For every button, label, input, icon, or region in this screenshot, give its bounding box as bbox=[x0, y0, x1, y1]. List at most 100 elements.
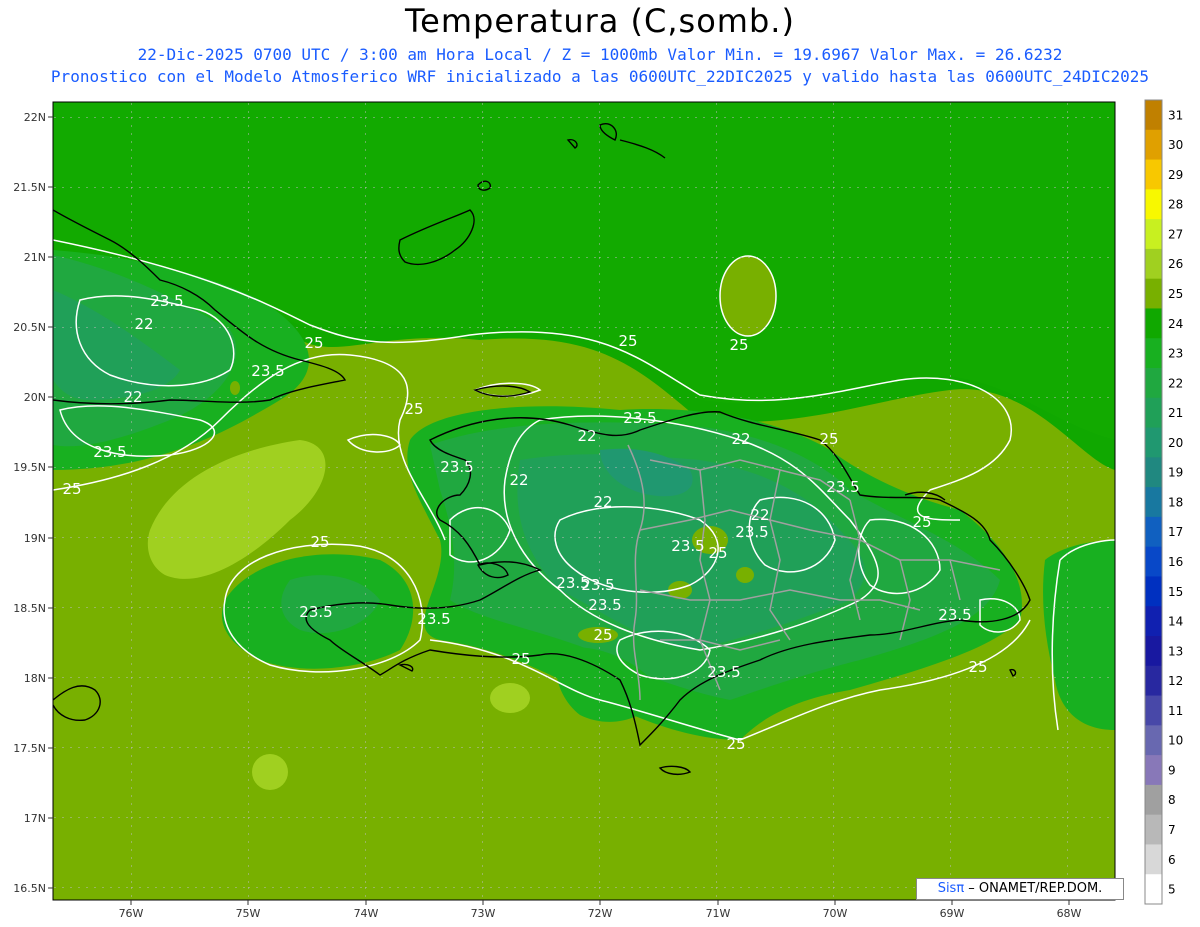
colorbar-swatch bbox=[1145, 636, 1162, 667]
colorbar-label: 25 bbox=[1168, 287, 1183, 301]
lon-label: 76W bbox=[119, 907, 144, 920]
colorbar-swatch bbox=[1145, 248, 1162, 280]
lon-label: 71W bbox=[706, 907, 731, 920]
colorbar-label: 22 bbox=[1168, 376, 1183, 390]
contour-label: 23.5 bbox=[417, 610, 450, 628]
contour-label: 22 bbox=[731, 430, 750, 448]
colorbar-swatch bbox=[1145, 814, 1162, 845]
colorbar-label: 15 bbox=[1168, 585, 1183, 599]
lat-label: 21N bbox=[24, 251, 46, 264]
contour-label: 22 bbox=[750, 506, 769, 524]
colorbar-label: 13 bbox=[1168, 644, 1183, 658]
colorbar-label: 17 bbox=[1168, 525, 1183, 539]
contour-label: 23.5 bbox=[93, 443, 126, 461]
contour-label: 23.5 bbox=[588, 596, 621, 614]
colorbar-swatch bbox=[1145, 219, 1162, 250]
colorbar-label: 31 bbox=[1168, 108, 1183, 122]
lat-label: 18N bbox=[24, 672, 46, 685]
colorbar-swatch bbox=[1145, 576, 1162, 607]
colorbar-label: 20 bbox=[1168, 436, 1183, 450]
lat-label: 19N bbox=[24, 532, 46, 545]
colorbar-label: 23 bbox=[1168, 347, 1183, 361]
contour-label: 25 bbox=[404, 400, 423, 418]
colorbar-swatch bbox=[1145, 129, 1162, 161]
contour-label: 25 bbox=[310, 533, 329, 551]
colorbar-swatch bbox=[1145, 516, 1162, 548]
contour-label: 23.5 bbox=[556, 574, 589, 592]
contour-label: 25 bbox=[708, 544, 727, 562]
colorbar-label: 9 bbox=[1168, 763, 1176, 777]
colorbar-swatch bbox=[1145, 844, 1162, 875]
colorbar-swatch bbox=[1145, 695, 1162, 726]
contour-label: 25 bbox=[593, 626, 612, 644]
lat-label: 22N bbox=[24, 111, 46, 124]
colorbar-swatch bbox=[1145, 338, 1162, 369]
lat-label: 20N bbox=[24, 391, 46, 404]
lat-label: 17.5N bbox=[13, 742, 46, 755]
contour-label: 22 bbox=[123, 388, 142, 406]
colorbar-label: 18 bbox=[1168, 495, 1183, 509]
colorbar-label: 27 bbox=[1168, 227, 1183, 241]
colorbar-swatch bbox=[1145, 665, 1162, 697]
contour-label: 22 bbox=[134, 315, 153, 333]
lat-label: 21.5N bbox=[13, 181, 46, 194]
contour-label: 23.5 bbox=[299, 603, 332, 621]
colorbar-label: 5 bbox=[1168, 883, 1176, 897]
colorbar-swatch bbox=[1145, 606, 1162, 637]
contour-label: 25 bbox=[304, 334, 323, 352]
colorbar-label: 30 bbox=[1168, 138, 1183, 152]
contour-label: 23.5 bbox=[440, 458, 473, 476]
contour-label: 25 bbox=[912, 513, 931, 531]
colorbar-label: 11 bbox=[1168, 704, 1183, 718]
temperature-map: 23.5222523.52223.5252525 2523.522 22 2523.5… bbox=[13, 99, 1183, 920]
colorbar-label: 29 bbox=[1168, 168, 1183, 182]
credit-text: – ONAMET/REP.DOM. bbox=[964, 881, 1103, 896]
lat-label: 17N bbox=[24, 812, 46, 825]
contour-label: 23.5 bbox=[707, 663, 740, 681]
colorbar-swatch bbox=[1145, 100, 1162, 131]
lon-label: 68W bbox=[1057, 907, 1082, 920]
lon-label: 72W bbox=[588, 907, 613, 920]
contour-label: 22 bbox=[509, 471, 528, 489]
colorbar-label: 24 bbox=[1168, 317, 1183, 331]
credit-brand: Sisπ bbox=[937, 881, 965, 896]
colorbar-swatch bbox=[1145, 427, 1162, 458]
contour-label: 23.5 bbox=[671, 537, 704, 555]
lon-label: 75W bbox=[236, 907, 261, 920]
credit-box: Sisπ – ONAMET/REP.DOM. bbox=[916, 878, 1124, 900]
contour-label: 23.5 bbox=[150, 292, 183, 310]
colorbar-swatch bbox=[1145, 308, 1162, 339]
contour-label: 25 bbox=[968, 658, 987, 676]
lat-label: 19.5N bbox=[13, 461, 46, 474]
colorbar-label: 28 bbox=[1168, 198, 1183, 212]
colorbar-swatch bbox=[1145, 189, 1162, 220]
contour-label: 23.5 bbox=[735, 523, 768, 541]
lon-label: 73W bbox=[471, 907, 496, 920]
lat-label: 16.5N bbox=[13, 882, 46, 895]
colorbar-swatch bbox=[1145, 368, 1162, 399]
colorbar-label: 26 bbox=[1168, 257, 1183, 271]
colorbar-label: 8 bbox=[1168, 793, 1176, 807]
colorbar-swatch bbox=[1145, 397, 1162, 429]
contour-label: 22 bbox=[577, 427, 596, 445]
lat-label: 18.5N bbox=[13, 602, 46, 615]
contour-label: 23.5 bbox=[623, 409, 656, 427]
colorbar-label: 21 bbox=[1168, 406, 1183, 420]
colorbar-label: 12 bbox=[1168, 674, 1183, 688]
colorbar-swatch bbox=[1145, 487, 1162, 518]
contour-label: 25 bbox=[729, 336, 748, 354]
colorbar-label: 16 bbox=[1168, 555, 1183, 569]
lon-label: 70W bbox=[823, 907, 848, 920]
colorbar-label: 14 bbox=[1168, 615, 1183, 629]
colorbar-swatch bbox=[1145, 874, 1162, 905]
colorbar-label: 19 bbox=[1168, 466, 1183, 480]
colorbar-swatch bbox=[1145, 159, 1162, 190]
contour-label: 22 bbox=[593, 493, 612, 511]
contour-label: 25 bbox=[726, 735, 745, 753]
contour-label: 25 bbox=[511, 650, 530, 668]
colorbar-swatch bbox=[1145, 725, 1162, 756]
colorbar-label: 10 bbox=[1168, 734, 1183, 748]
colorbar-swatch bbox=[1145, 546, 1162, 577]
lon-label: 69W bbox=[940, 907, 965, 920]
colorbar-swatch bbox=[1145, 784, 1162, 816]
